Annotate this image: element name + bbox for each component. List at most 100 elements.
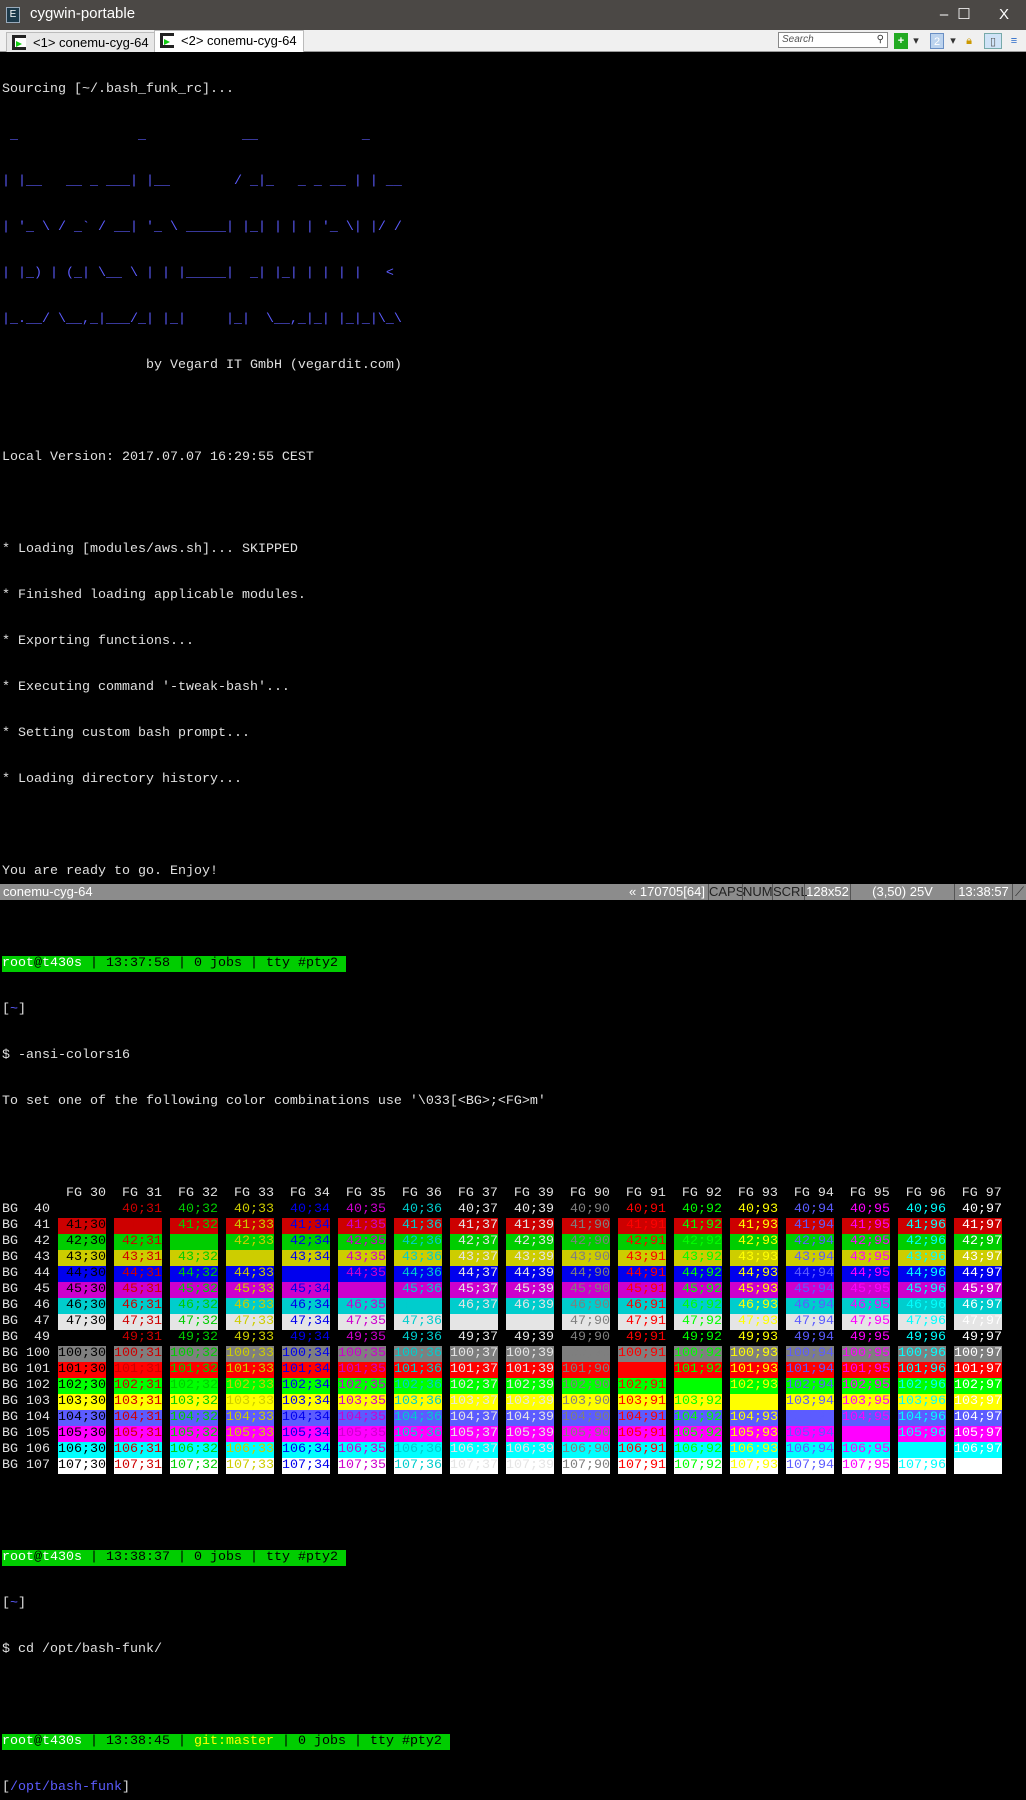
search-icon: ⚲ (876, 34, 884, 45)
title-bar: E cygwin-portable – ☐ X (0, 0, 1026, 30)
close-button[interactable]: X (984, 3, 1024, 27)
color-cell: 105;96 (898, 1426, 946, 1442)
color-cell: 106;30 (58, 1442, 106, 1458)
color-cell: 104;33 (226, 1410, 274, 1426)
status-caps[interactable]: CAPS (708, 884, 744, 900)
status-num[interactable]: NUM (742, 884, 773, 900)
status-size[interactable]: 128x52 (804, 884, 850, 900)
tab-1[interactable]: <1> conemu-cyg-64 (6, 32, 156, 52)
color-cell: 103;39 (506, 1394, 554, 1410)
color-cell: 100;33 (226, 1346, 274, 1362)
status-cursor[interactable]: (3,50) 25V (850, 884, 954, 900)
status-version[interactable]: « 170705[64] (626, 884, 708, 900)
color-cell: 47;30 (58, 1314, 106, 1330)
color-cell: 47;32 (170, 1314, 218, 1330)
color-cell: 40;34 (282, 1202, 330, 1217)
color-cell: 107;90 (562, 1458, 610, 1474)
lock-icon[interactable]: 🔒︎ (963, 33, 975, 49)
color-cell: 107;35 (338, 1458, 386, 1474)
color-cell: 102;91 (618, 1378, 666, 1394)
bg-label: BG 107 (2, 1458, 58, 1473)
new-console-button[interactable]: + (894, 33, 908, 49)
color-table-row: BG 47 47;30 47;31 47;32 47;33 47;34 47;3… (2, 1314, 1026, 1330)
status-console-name[interactable]: conemu-cyg-64 (3, 884, 93, 900)
color-cell: 49;32 (170, 1330, 218, 1345)
maximize-button[interactable]: ☐ (944, 3, 984, 27)
git-branch: git:master (193, 1734, 274, 1749)
status-time[interactable]: 13:38:57 (954, 884, 1012, 900)
prompt-bar: root@t430s | 13:38:45 | git:master | 0 j… (2, 1734, 450, 1750)
terminal-line: * Finished loading applicable modules. (2, 588, 306, 603)
color-cell: 40;32 (170, 1202, 218, 1217)
color-cell: 49;96 (898, 1330, 946, 1345)
command-line: $ cd /opt/bash-funk/ (2, 1642, 162, 1657)
panel-toggle-icon[interactable]: ▯ (984, 33, 1002, 49)
resize-grip-icon[interactable]: ⟋ (1012, 884, 1026, 900)
terminal-line: * Executing command '-tweak-bash'... (2, 680, 290, 695)
color-cell: 101;36 (394, 1362, 442, 1378)
color-table-row: BG 42 42;30 42;31 42;32 42;33 42;34 42;3… (2, 1234, 1026, 1250)
color-cell: 102;36 (394, 1378, 442, 1394)
color-cell: 100;30 (58, 1346, 106, 1362)
color-cell: 46;34 (282, 1298, 330, 1314)
color-cell: 43;94 (786, 1250, 834, 1266)
search-placeholder: Search (782, 34, 814, 45)
color-cell: 44;92 (674, 1266, 722, 1282)
color-cell: 100;35 (338, 1346, 386, 1362)
app-icon[interactable]: E (6, 7, 20, 23)
color-cell: 40;31 (114, 1202, 162, 1217)
color-cell: 47;37 (450, 1314, 498, 1330)
color-cell: 107;94 (786, 1458, 834, 1474)
color-cell: 41;39 (506, 1218, 554, 1234)
color-cell: 49;97 (954, 1330, 1002, 1345)
color-cell: 101;91 (618, 1362, 666, 1378)
color-cell: 42;94 (786, 1234, 834, 1250)
color-cell: 105;36 (394, 1426, 442, 1442)
color-cell: 49;35 (338, 1330, 386, 1345)
color-cell: 106;34 (282, 1442, 330, 1458)
status-scrl[interactable]: SCRL (772, 884, 808, 900)
terminal[interactable]: Sourcing [~/.bash_funk_rc]... _ _ __ _ |… (2, 52, 1026, 1795)
color-cell: 104;91 (618, 1410, 666, 1426)
color-cell: 107;96 (898, 1458, 946, 1474)
color-cell: 47;90 (562, 1314, 610, 1330)
color-cell: 105;35 (338, 1426, 386, 1442)
cwd-line: [/opt/bash-funk] (2, 1780, 130, 1795)
color-cell: 45;92 (674, 1282, 722, 1298)
color-cell: 106;91 (618, 1442, 666, 1458)
color-cell: 46;36 (394, 1298, 442, 1314)
color-cell: 103;34 (282, 1394, 330, 1410)
color-cell: 42;35 (338, 1234, 386, 1250)
color-cell: 105;90 (562, 1426, 610, 1442)
color-cell: 45;31 (114, 1282, 162, 1298)
color-cell: 100;97 (954, 1346, 1002, 1362)
color-cell: 45;96 (898, 1282, 946, 1298)
menu-icon[interactable]: ≡ (1007, 33, 1021, 49)
color-cell: 107;93 (730, 1458, 778, 1474)
color-cell: 46;37 (450, 1298, 498, 1314)
color-table-header: FG 30 FG 31 FG 32 FG 33 FG 34 FG 35 FG 3… (2, 1186, 1010, 1201)
split-button[interactable]: 2 (930, 33, 944, 49)
color-cell: 49;90 (562, 1330, 610, 1345)
color-cell: 47;33 (226, 1314, 274, 1330)
search-input[interactable]: Search ⚲ (778, 32, 888, 48)
color-cell: 103;36 (394, 1394, 442, 1410)
color-cell: 40;95 (842, 1202, 890, 1217)
color-cell: 102;95 (842, 1378, 890, 1394)
bg-label: BG 45 (2, 1282, 58, 1297)
split-dropdown-icon[interactable]: ▾ (948, 33, 958, 49)
color-cell: 106;35 (338, 1442, 386, 1458)
color-cell: 103;33 (226, 1394, 274, 1410)
command-line: $ -ansi-colors16 (2, 1048, 130, 1063)
color-cell: 43;31 (114, 1250, 162, 1266)
color-cell: 102;33 (226, 1378, 274, 1394)
color-cell: 44;36 (394, 1266, 442, 1282)
color-cell: 102;92 (674, 1378, 722, 1394)
color-table-row: BG 101 101;30 101;31 101;32 101;33 101;3… (2, 1362, 1026, 1378)
byline: by Vegard IT GmbH (vegardit.com) (2, 358, 402, 373)
new-console-dropdown-icon[interactable]: ▾ (911, 33, 921, 49)
color-cell: 42;33 (226, 1234, 274, 1250)
color-cell: 47;91 (618, 1314, 666, 1330)
color-cell: 42;96 (898, 1234, 946, 1250)
tab-2[interactable]: <2> conemu-cyg-64 (154, 30, 304, 52)
